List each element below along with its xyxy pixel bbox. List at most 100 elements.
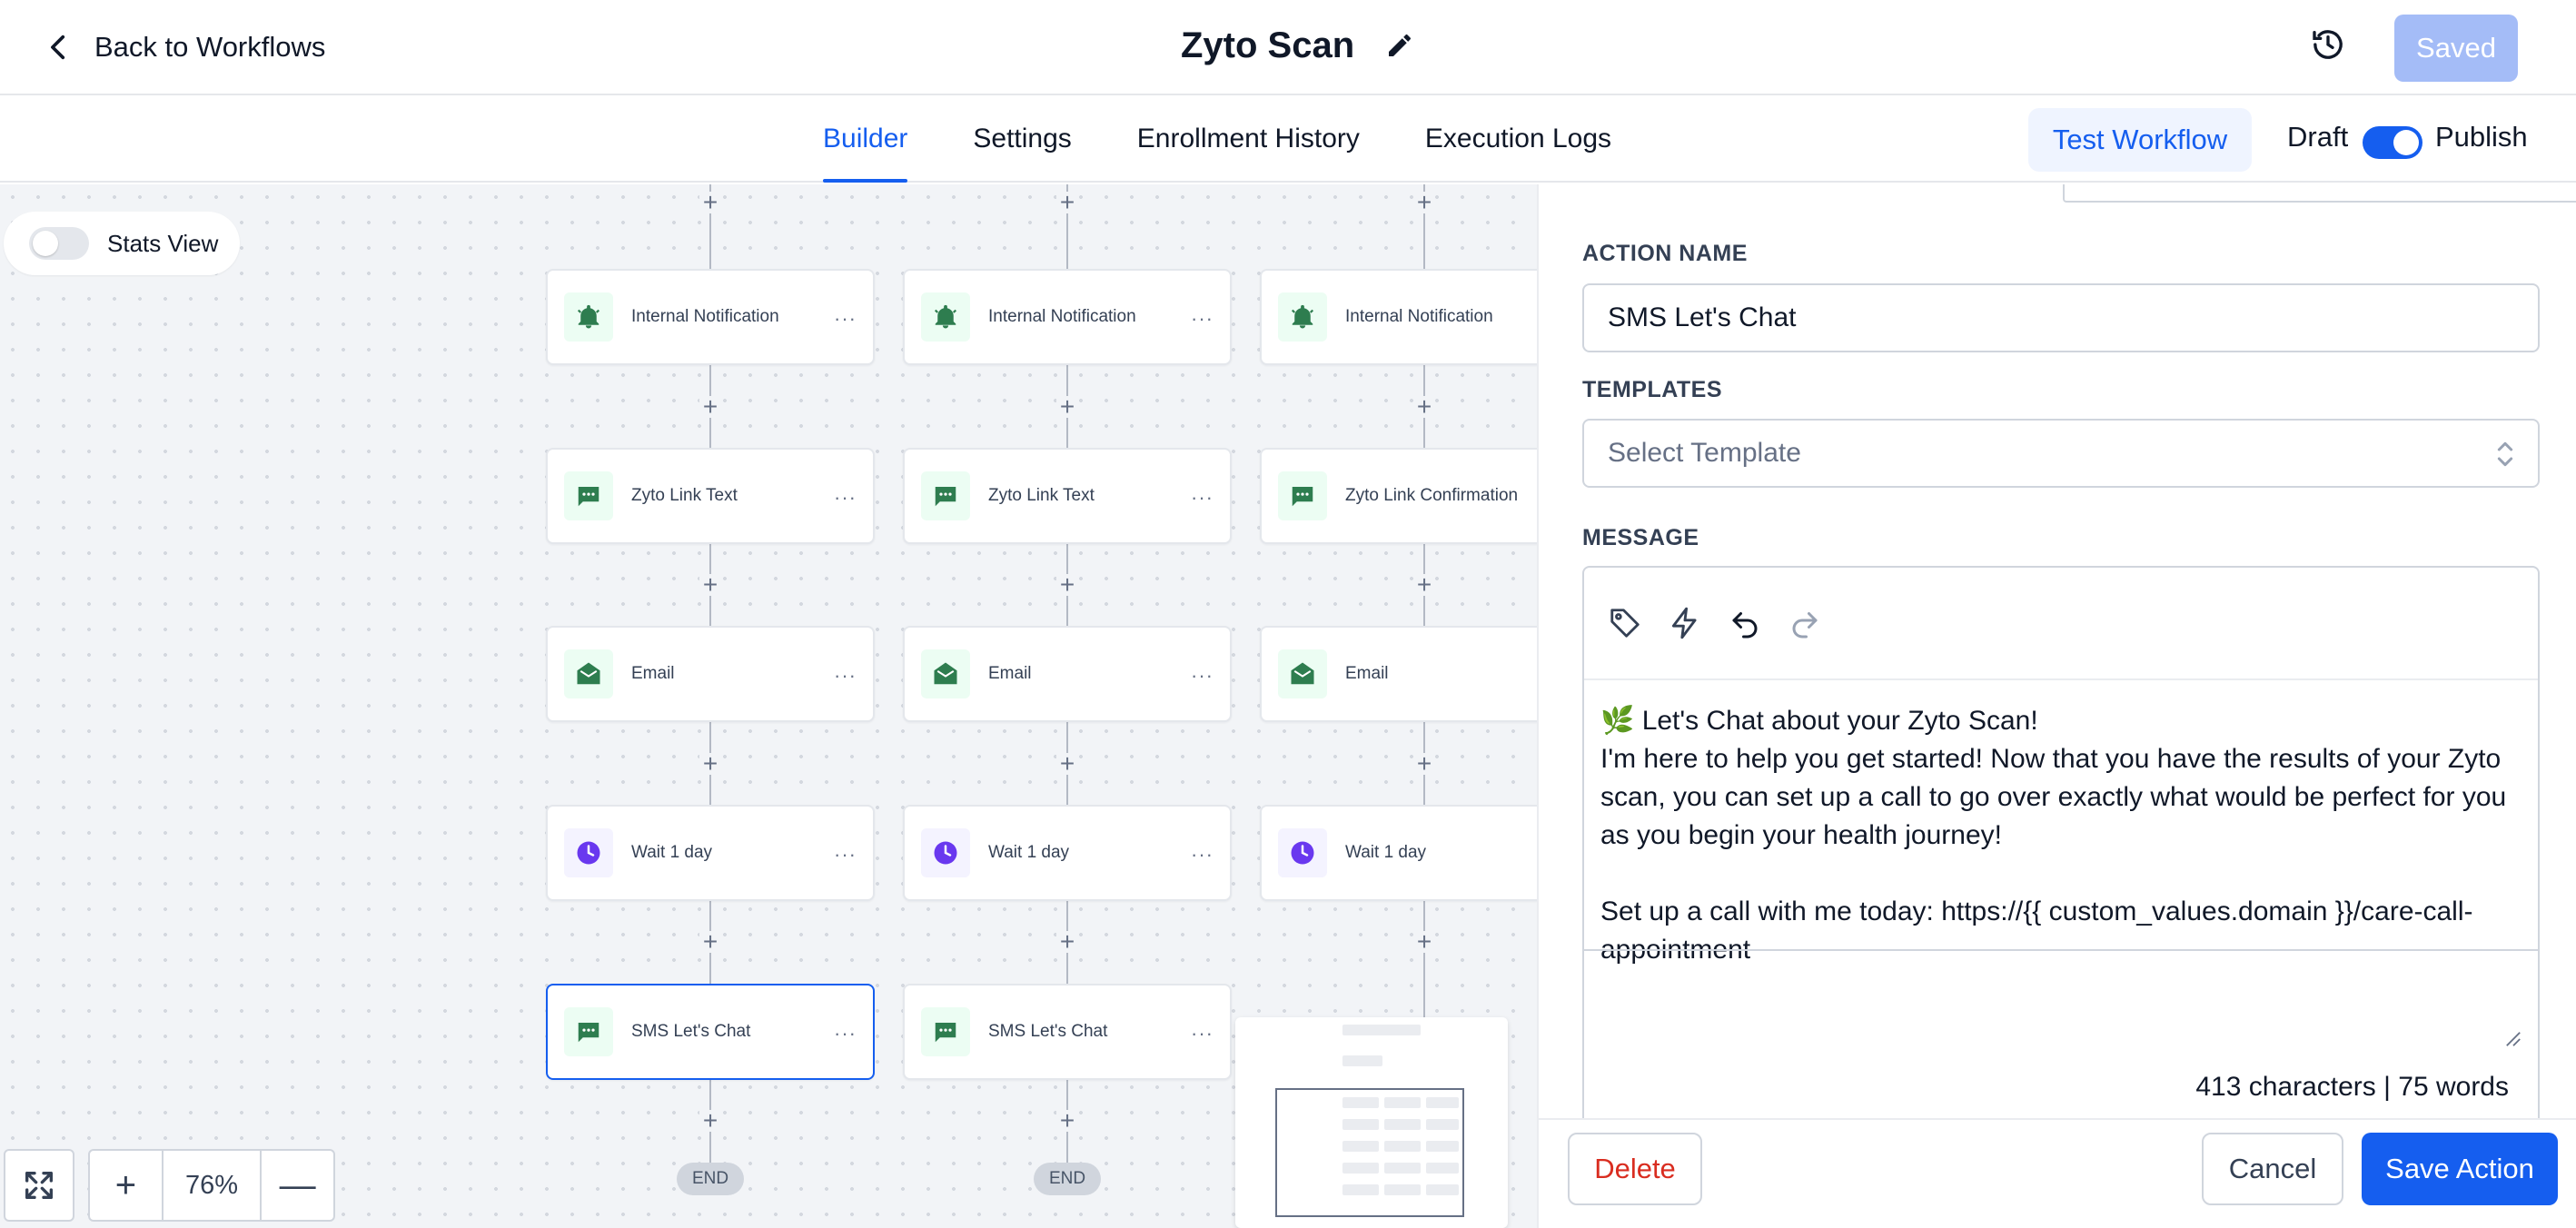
workflow-node[interactable]: Email··· (1260, 626, 1537, 722)
node-label: Zyto Link Text (988, 486, 1095, 505)
more-options-icon[interactable]: ··· (834, 843, 857, 867)
more-options-icon[interactable]: ··· (834, 307, 857, 331)
tab-execution-logs[interactable]: Execution Logs (1425, 95, 1611, 183)
saved-button[interactable]: Saved (2394, 15, 2518, 82)
lightning-icon[interactable] (1668, 606, 1702, 640)
add-step-button[interactable]: + (699, 572, 721, 598)
pencil-icon[interactable] (1385, 31, 1414, 60)
zoom-in-button[interactable]: + (90, 1151, 162, 1220)
tab-settings[interactable]: Settings (973, 95, 1071, 183)
node-label: Zyto Link Text (631, 486, 738, 505)
resize-handle-icon[interactable] (2505, 1031, 2522, 1047)
tab-enrollment-history[interactable]: Enrollment History (1137, 95, 1360, 183)
message-footer (1584, 949, 2538, 1004)
history-button[interactable] (2307, 24, 2349, 65)
end-marker: END (1034, 1163, 1101, 1195)
zoom-controls: + 76% — (88, 1149, 335, 1222)
add-step-button[interactable]: + (699, 929, 721, 955)
clock-icon (564, 828, 613, 877)
workflow-node[interactable]: Zyto Link Text ··· (546, 448, 875, 544)
delete-button[interactable]: Delete (1568, 1133, 1702, 1205)
add-step-button[interactable]: + (1056, 929, 1078, 955)
workflow-node[interactable]: Internal Notification··· (1260, 269, 1537, 365)
tab-builder[interactable]: Builder (823, 95, 908, 183)
workflow-node[interactable]: Wait 1 day··· (1260, 805, 1537, 901)
cancel-button[interactable]: Cancel (2202, 1133, 2343, 1205)
message-textarea[interactable]: 🌿 Let's Chat about your Zyto Scan! I'm h… (1600, 702, 2518, 969)
workflow-node[interactable]: Zyto Link Text ··· (903, 448, 1232, 544)
save-action-button[interactable]: Save Action (2362, 1133, 2558, 1205)
more-options-icon[interactable]: ··· (1191, 1022, 1214, 1045)
add-step-button[interactable]: + (1413, 572, 1435, 598)
draft-label: Draft (2287, 121, 2349, 153)
node-label: Internal Notification (631, 307, 779, 326)
workflow-node[interactable]: SMS Let's Chat ··· (546, 984, 875, 1080)
test-workflow-button[interactable]: Test Workflow (2028, 108, 2252, 172)
workflow-node[interactable]: Zyto Link Confirmation··· (1260, 448, 1537, 544)
action-panel: ACTION NAME SMS Let's Chat TEMPLATES Sel… (1537, 184, 2576, 1228)
character-count: 413 characters | 75 words (2195, 1072, 2509, 1102)
panel-footer: Delete Cancel Save Action (1539, 1118, 2576, 1228)
more-options-icon[interactable]: ··· (1191, 843, 1214, 867)
add-step-button[interactable]: + (699, 190, 721, 215)
message-icon (921, 471, 970, 520)
workflow-node[interactable]: Internal Notification ··· (546, 269, 875, 365)
node-label: Wait 1 day (988, 843, 1070, 862)
more-options-icon[interactable]: ··· (834, 1022, 857, 1045)
workflow-node[interactable]: Internal Notification··· (903, 269, 1232, 365)
mail-icon (564, 649, 613, 698)
message-icon (564, 471, 613, 520)
add-step-button[interactable]: + (1056, 572, 1078, 598)
chevron-left-icon (51, 35, 65, 60)
add-step-button[interactable]: + (699, 394, 721, 420)
add-step-button[interactable]: + (1413, 394, 1435, 420)
add-step-button[interactable]: + (1056, 1108, 1078, 1134)
minimap[interactable] (1235, 1017, 1508, 1228)
more-options-icon[interactable]: ··· (1191, 307, 1214, 331)
workflow-node[interactable]: Email ··· (903, 626, 1232, 722)
add-step-button[interactable]: + (699, 1108, 721, 1134)
mail-icon (1278, 649, 1327, 698)
add-step-button[interactable]: + (1056, 751, 1078, 777)
publish-toggle[interactable] (2363, 126, 2422, 159)
fit-view-button[interactable] (4, 1149, 74, 1222)
more-options-icon[interactable]: ··· (1191, 664, 1214, 688)
stats-view-toggle[interactable]: Stats View (4, 212, 240, 275)
message-icon (564, 1007, 613, 1056)
workflow-node[interactable]: SMS Let's Chat ··· (903, 984, 1232, 1080)
node-label: SMS Let's Chat (988, 1022, 1108, 1041)
clock-icon (921, 828, 970, 877)
workflow-canvas[interactable]: + + + + + + Internal Notification ··· Zyto Link … (0, 184, 1537, 1228)
more-options-icon[interactable]: ··· (834, 664, 857, 688)
more-options-icon[interactable]: ··· (1191, 486, 1214, 510)
workflow-node[interactable]: Email ··· (546, 626, 875, 722)
undo-icon[interactable] (1728, 606, 1762, 640)
publish-label: Publish (2435, 121, 2528, 153)
add-step-button[interactable]: + (1413, 751, 1435, 777)
message-label: MESSAGE (1582, 525, 1699, 550)
stats-switch[interactable] (29, 227, 89, 260)
more-options-icon[interactable]: ··· (834, 486, 857, 510)
minimap-viewport[interactable] (1275, 1088, 1464, 1217)
add-step-button[interactable]: + (1056, 190, 1078, 215)
node-label: Email (631, 664, 675, 683)
node-label: Wait 1 day (1345, 843, 1427, 862)
tab-list: Builder Settings Enrollment History Exec… (823, 95, 1611, 183)
history-icon (2313, 30, 2343, 59)
add-step-button[interactable]: + (1413, 929, 1435, 955)
expand-icon (25, 1172, 53, 1199)
tab-bar: Builder Settings Enrollment History Exec… (0, 95, 2576, 183)
template-select-placeholder: Select Template (1608, 438, 1801, 468)
template-select[interactable]: Select Template (1582, 419, 2540, 488)
redo-icon[interactable] (1788, 606, 1822, 640)
back-to-workflows-link[interactable]: Back to Workflows (44, 22, 325, 73)
zoom-out-button[interactable]: — (262, 1151, 333, 1220)
add-step-button[interactable]: + (1056, 394, 1078, 420)
add-step-button[interactable]: + (1413, 190, 1435, 215)
workflow-node[interactable]: Wait 1 day··· (546, 805, 875, 901)
tag-icon[interactable] (1608, 606, 1642, 640)
add-step-button[interactable]: + (699, 751, 721, 777)
workflow-node[interactable]: Wait 1 day ··· (903, 805, 1232, 901)
action-name-input[interactable]: SMS Let's Chat (1582, 283, 2540, 352)
node-label: Email (988, 664, 1032, 683)
